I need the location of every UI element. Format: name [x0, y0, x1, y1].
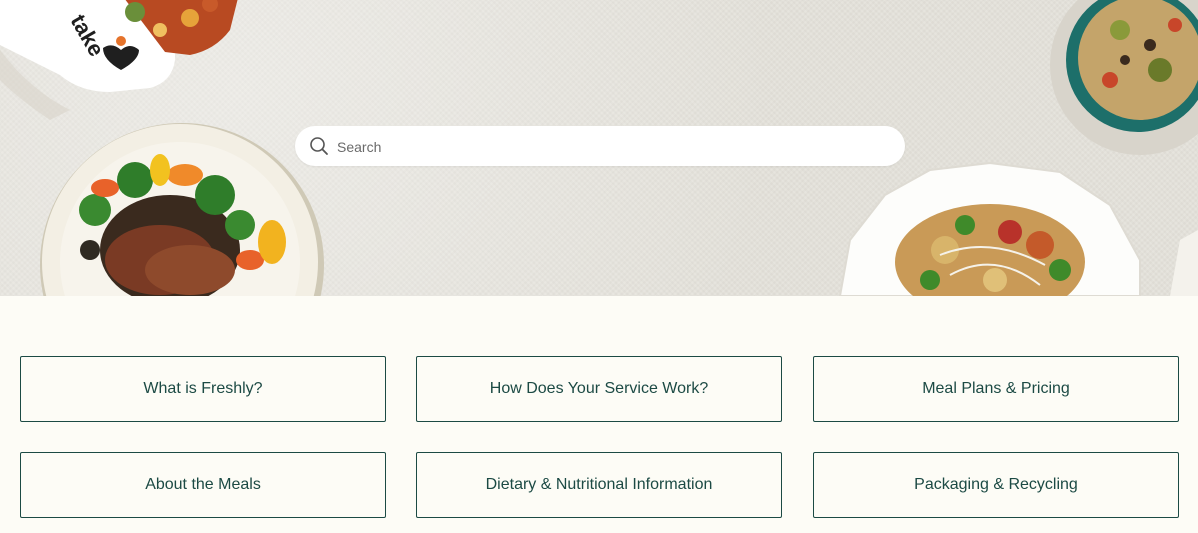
topic-card-label: About the Meals	[145, 476, 261, 493]
topic-card-packaging-recycling[interactable]: Packaging & Recycling	[813, 452, 1179, 518]
hero-banner: take	[0, 0, 1198, 296]
pasta-plate-image	[838, 161, 1141, 296]
topic-card-label: What is Freshly?	[143, 380, 263, 397]
topic-card-label: Meal Plans & Pricing	[922, 380, 1070, 397]
topic-card-how-service-works[interactable]: How Does Your Service Work?	[416, 356, 782, 422]
topic-card-dietary-nutritional[interactable]: Dietary & Nutritional Information	[416, 452, 782, 518]
takeout-box-image: take	[0, 0, 238, 120]
steak-plate-image	[40, 123, 324, 296]
topic-card-meal-plans-pricing[interactable]: Meal Plans & Pricing	[813, 356, 1179, 422]
topic-card-label: How Does Your Service Work?	[489, 380, 709, 397]
topic-card-about-meals[interactable]: About the Meals	[20, 452, 386, 518]
search-input[interactable]	[335, 126, 879, 168]
search-icon	[310, 137, 328, 155]
topic-card-label: Dietary & Nutritional Information	[485, 476, 713, 493]
search-bar[interactable]	[295, 126, 905, 168]
rice-bowl-image	[1050, 0, 1198, 155]
topic-card-what-is-freshly[interactable]: What is Freshly?	[20, 356, 386, 422]
topic-card-label: Packaging & Recycling	[914, 476, 1078, 493]
